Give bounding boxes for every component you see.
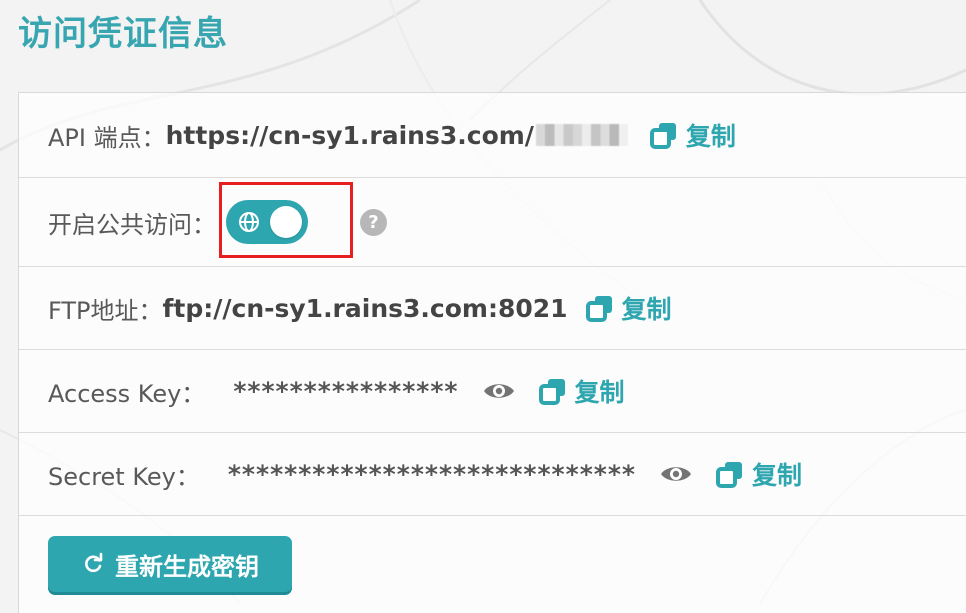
secret-key-row: Secret Key： ****************************… (19, 433, 966, 516)
copy-icon (585, 294, 614, 322)
api-endpoint-value: https://cn-sy1.rains3.com/ (165, 120, 534, 150)
access-key-label: Access Key： (48, 379, 206, 408)
api-endpoint-row: API 端点： https://cn-sy1.rains3.com/ 复制 (19, 93, 966, 178)
help-icon[interactable]: ? (360, 208, 387, 236)
copy-icon (538, 377, 567, 405)
redacted-bucket-name (535, 124, 628, 146)
copy-secret-key-label: 复制 (752, 461, 803, 490)
copy-ftp-address-label: 复制 (621, 295, 672, 324)
access-key-masked-value: **************** (233, 376, 459, 406)
public-access-toggle[interactable] (226, 200, 308, 244)
toggle-knob (270, 206, 302, 238)
copy-access-key-button[interactable]: 复制 (538, 373, 625, 409)
ftp-address-row: FTP地址： ftp://cn-sy1.rains3.com:8021 复制 (19, 267, 966, 350)
copy-access-key-label: 复制 (574, 378, 625, 407)
ftp-address-label: FTP地址： (48, 296, 163, 325)
copy-icon (716, 460, 744, 488)
secret-key-masked-value: ***************************** (227, 459, 636, 489)
access-key-row: Access Key： **************** 复制 (19, 350, 966, 433)
credentials-panel: API 端点： https://cn-sy1.rains3.com/ 复制 开启… (18, 92, 966, 613)
public-access-row: 开启公共访问： ? (19, 178, 966, 267)
page-title: 访问凭证信息 (18, 14, 228, 54)
ftp-address-value: ftp://cn-sy1.rains3.com:8021 (162, 293, 568, 323)
eye-icon[interactable] (483, 379, 515, 403)
copy-icon (649, 121, 678, 149)
regenerate-key-button[interactable]: 重新生成密钥 (48, 536, 292, 592)
api-endpoint-label: API 端点： (48, 123, 166, 152)
copy-api-endpoint-button[interactable]: 复制 (649, 117, 736, 153)
copy-ftp-address-button[interactable]: 复制 (585, 290, 672, 326)
refresh-icon (85, 552, 103, 573)
copy-api-endpoint-label: 复制 (685, 122, 736, 151)
public-access-label: 开启公共访问： (48, 210, 216, 239)
copy-secret-key-button[interactable]: 复制 (716, 456, 802, 492)
regenerate-key-label: 重新生成密钥 (115, 552, 259, 581)
eye-icon[interactable] (660, 462, 692, 486)
globe-icon (239, 212, 259, 232)
secret-key-label: Secret Key： (48, 462, 200, 491)
